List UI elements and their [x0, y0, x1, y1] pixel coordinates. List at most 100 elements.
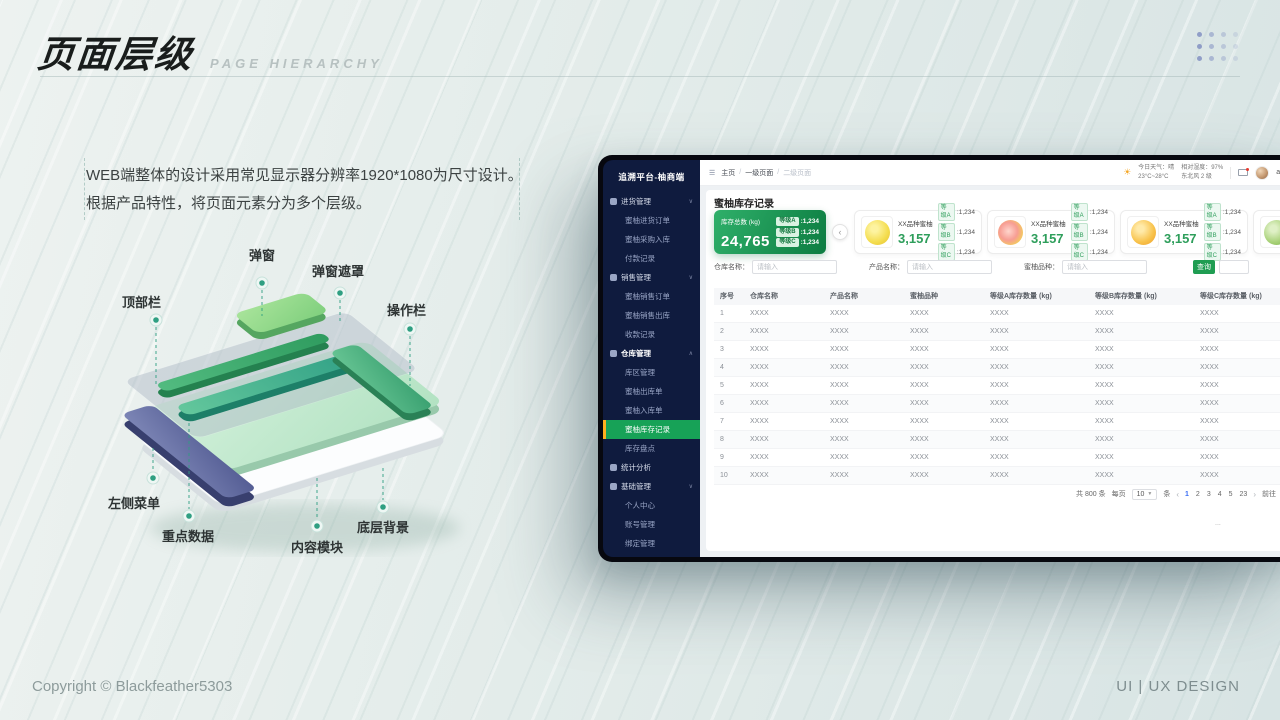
page-button-3[interactable]: 3 [1207, 491, 1211, 498]
page-button-5[interactable]: 5 [1229, 491, 1233, 498]
cell: XXXX [750, 328, 769, 335]
sidebar-item[interactable]: 个人中心 [603, 496, 700, 515]
sidebar-item[interactable]: 蜜柚采购入库 [603, 230, 700, 249]
page-title: 页面层级 [35, 34, 196, 75]
carousel-prev-button[interactable]: ‹ [832, 224, 848, 240]
cell: XXXX [1200, 364, 1219, 371]
product-card[interactable]: XX品种蜜柚 3,157 等级A:1,234 等级B:1,234 等级C:1,234 [1120, 203, 1248, 261]
cell: XXXX [830, 418, 849, 425]
filter-label: 蜜柚品种： [1024, 264, 1059, 271]
table-row[interactable]: 8 XXXX XXXX XXXX XXXX XXXX XXXX [714, 431, 1280, 449]
label-content-area: 内容模块 [291, 540, 344, 555]
cell: XXXX [910, 346, 929, 353]
filter-input[interactable] [907, 260, 992, 274]
warehouse-icon [610, 350, 617, 357]
grade-pill: 等级A [776, 217, 799, 226]
table-row[interactable]: 7 XXXX XXXX XXXX XXXX XXXX XXXX [714, 413, 1280, 431]
table-row[interactable]: 4 XXXX XXXX XXXX XXXX XXXX XXXX [714, 359, 1280, 377]
sidebar-item[interactable]: 绑定管理 [603, 534, 700, 553]
page-button-1[interactable]: 1 [1185, 491, 1189, 498]
cell: XXXX [750, 310, 769, 317]
sidebar-item[interactable]: 蜜柚销售订单 [603, 287, 700, 306]
table-row[interactable]: 6 XXXX XXXX XXXX XXXX XXXX XXXX [714, 395, 1280, 413]
cell: XXXX [910, 310, 929, 317]
breadcrumb-level1[interactable]: 一级页面 [745, 168, 773, 178]
sidebar-group[interactable]: 销售管理 ∨ [603, 268, 700, 287]
description: WEB端整体的设计采用常见显示器分辨率1920*1080为尺寸设计。 根据产品特… [86, 162, 526, 218]
sidebar-group[interactable]: 进货管理 ∨ [603, 192, 700, 211]
grade-value: :1,234 [1089, 228, 1108, 236]
avatar[interactable] [1255, 165, 1270, 180]
grade-value: :1,234 [956, 248, 975, 256]
sidebar-item[interactable]: 账号管理 [603, 515, 700, 534]
cell: XXXX [990, 382, 1009, 389]
grade-pill: 等级B [1070, 223, 1088, 241]
sidebar-item[interactable]: 付款记录 [603, 249, 700, 268]
chevron-down-icon: ∨ [688, 484, 693, 490]
cell: 6 [720, 400, 724, 407]
sidebar-item[interactable]: 蜜柚库存记录 [603, 420, 700, 439]
sidebar-item[interactable]: 蜜柚出库单 [603, 382, 700, 401]
product-card[interactable]: XX品种蜜柚 3,157 等级A:1,234 等级B:1,234 等级C:1,234 [987, 203, 1115, 261]
product-card[interactable]: XX品种蜜柚 3,157 等级A:1,234 等级B:1,234 等级C:1,234 [854, 203, 982, 261]
pagination: 共 800 条 每页 10 ▼ 条 ‹ 1 2 3 4 5... 23 › 前往 [1076, 488, 1276, 527]
prev-page-button[interactable]: ‹ [1176, 490, 1179, 499]
menu-collapse-icon[interactable]: ☰ [709, 169, 715, 177]
sales-icon [610, 274, 617, 281]
cell: XXXX [1200, 436, 1219, 443]
grade-badge: 等级A:1,234 [1070, 203, 1108, 221]
message-icon[interactable] [1238, 168, 1250, 176]
layer-diagram [95, 238, 475, 568]
grade-value: :1,234 [800, 228, 819, 236]
footer-right-label: UI | UX DESIGN [1116, 678, 1240, 695]
total-stock-card: 库存总数 (kg) 24,765 等级A:1,234 等级B:1,234 等级C:1… [714, 210, 826, 254]
grade-badge: 等级A:1,234 [776, 217, 819, 226]
sidebar-item[interactable]: 蜜柚进货订单 [603, 211, 700, 230]
breadcrumb-level2: 二级页面 [783, 169, 812, 177]
table-row[interactable]: 9 XXXX XXXX XXXX XXXX XXXX XXXX [714, 449, 1280, 467]
sidebar-item[interactable]: 库区管理 [603, 363, 700, 382]
table-row[interactable]: 5 XXXX XXXX XXXX XXXX XXXX XXXX [714, 377, 1280, 395]
filter-input[interactable] [752, 260, 837, 274]
cell: XXXX [750, 472, 769, 479]
search-button[interactable]: 查询 [1193, 260, 1215, 274]
page-button-4[interactable]: 4 [1218, 491, 1222, 498]
table-row[interactable]: 1 XXXX XXXX XXXX XXXX XXXX XXXX [714, 305, 1280, 323]
sidebar-item[interactable]: 库存盘点 [603, 439, 700, 458]
content-card: 蜜柚库存记录 库存总数 (kg) 24,765 等级A:1,234 等级B:1,2… [706, 190, 1280, 551]
table-row[interactable]: 10 XXXX XXXX XXXX XXXX XXXX XXXX [714, 467, 1280, 485]
grade-badge: 等级B:1,234 [776, 227, 819, 237]
grade-pill: 等级B [776, 227, 799, 237]
grade-badge: 等级A:1,234 [1203, 203, 1241, 221]
sidebar-item[interactable]: 收款记录 [603, 325, 700, 344]
sidebar-group[interactable]: 统计分析 [603, 458, 700, 477]
pink-pomelo-icon [997, 219, 1023, 245]
grade-pill: 等级C [776, 238, 799, 247]
sidebar-group-label: 统计分析 [621, 463, 651, 472]
breadcrumb-home[interactable]: 主页 [721, 168, 735, 178]
sidebar-item[interactable]: 蜜柚销售出库 [603, 306, 700, 325]
table-row[interactable]: 2 XXXX XXXX XXXX XXXX XXXX XXXX [714, 323, 1280, 341]
main-area: ☰ 主页 / 一级页面 / 二级页面 ☀ 今日天气：晴 23°C~28°C 相对… [700, 160, 1280, 557]
table-row[interactable]: 3 XXXX XXXX XXXX XXXX XXXX XXXX [714, 341, 1280, 359]
page-subtitle: PAGE HIERARCHY [210, 56, 383, 71]
filter-group: 仓库名称： [714, 260, 837, 274]
label-top-bar: 顶部栏 [122, 295, 162, 310]
chart-icon [610, 464, 617, 471]
sidebar-group-label: 销售管理 [621, 273, 651, 282]
per-page-select[interactable]: 10 ▼ [1131, 488, 1158, 500]
reset-button[interactable] [1219, 260, 1249, 274]
dots-grid-icon [1197, 32, 1238, 61]
page-button-2[interactable]: 2 [1196, 491, 1200, 498]
cell: XXXX [910, 328, 929, 335]
sidebar-group[interactable]: 仓库管理 ∧ [603, 344, 700, 363]
cell: XXXX [910, 382, 929, 389]
page-button-23[interactable]: 23 [1240, 491, 1248, 498]
product-card[interactable] [1253, 210, 1280, 254]
grade-value: :1,234 [956, 228, 975, 236]
next-page-button[interactable]: › [1253, 490, 1256, 499]
filter-input[interactable] [1062, 260, 1147, 274]
grade-badge: 等级B:1,234 [1070, 223, 1108, 241]
sidebar-group[interactable]: 基础管理 ∨ [603, 477, 700, 496]
sidebar-item[interactable]: 蜜柚入库单 [603, 401, 700, 420]
